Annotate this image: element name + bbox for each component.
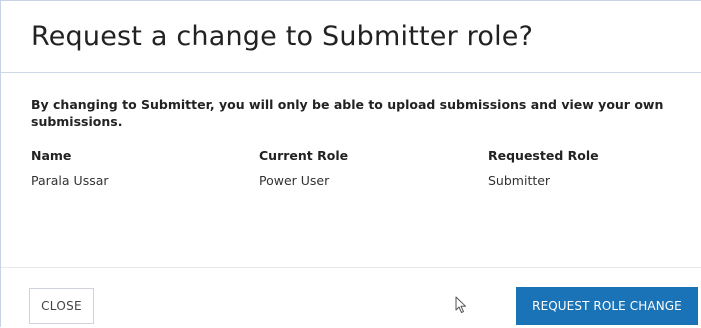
requested-role-value: Submitter — [488, 173, 551, 188]
requested-role-column: Requested Role Submitter — [488, 148, 599, 189]
requested-role-header: Requested Role — [488, 148, 599, 163]
warning-message: By changing to Submitter, you will only … — [31, 97, 664, 129]
close-button[interactable]: CLOSE — [29, 288, 94, 324]
current-role-header: Current Role — [259, 148, 349, 163]
mouse-pointer-icon — [455, 296, 466, 313]
current-role-value: Power User — [259, 173, 330, 188]
name-column: Name Parala Ussar — [31, 148, 109, 189]
current-role-column: Current Role Power User — [259, 148, 348, 189]
dialog-body: By changing to Submitter, you will only … — [1, 74, 701, 267]
role-change-dialog: Request a change to Submitter role? By c… — [0, 0, 701, 327]
name-value: Parala Ussar — [31, 173, 109, 188]
dialog-header: Request a change to Submitter role? — [1, 1, 701, 73]
name-header: Name — [31, 148, 72, 163]
dialog-footer: CLOSE REQUEST ROLE CHANGE — [1, 267, 701, 328]
request-role-change-button[interactable]: REQUEST ROLE CHANGE — [516, 287, 698, 325]
dialog-title: Request a change to Submitter role? — [31, 21, 534, 52]
